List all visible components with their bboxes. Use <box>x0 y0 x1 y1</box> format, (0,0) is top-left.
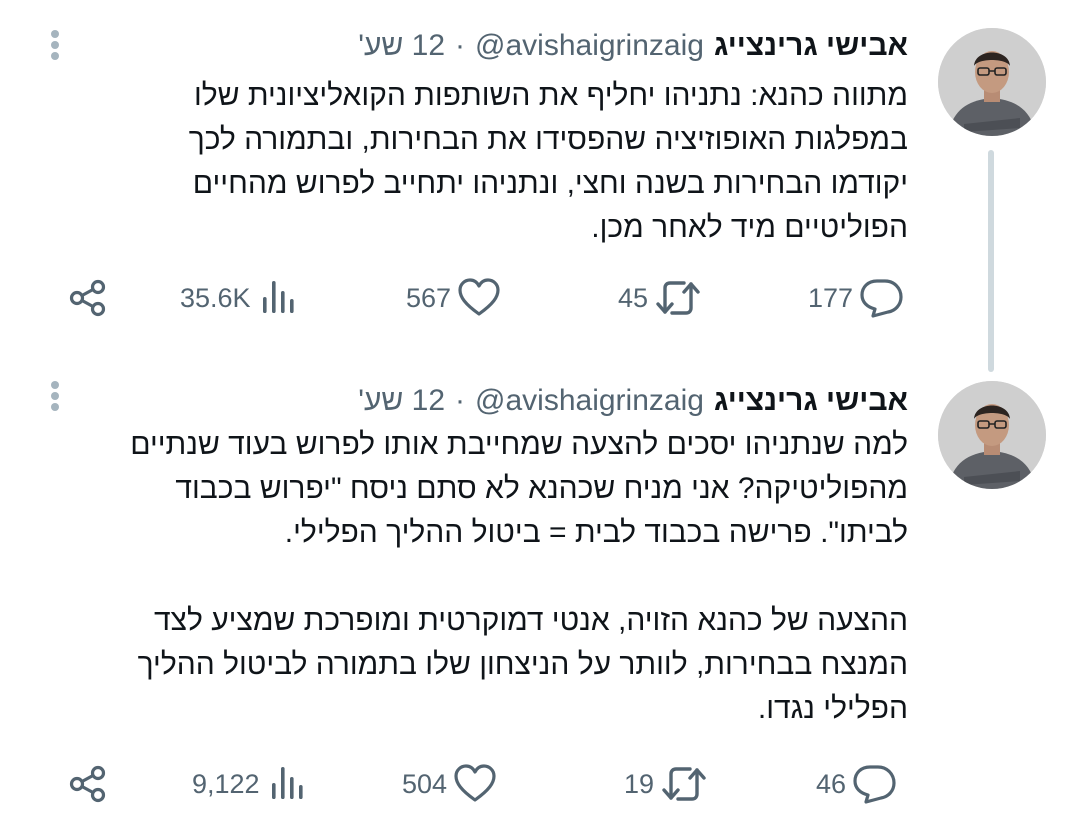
retweets-count: 19 <box>624 768 655 799</box>
views-count: 9,122 <box>192 768 260 799</box>
retweet-icon <box>656 281 700 315</box>
views-button[interactable]: 35.6K <box>180 275 301 321</box>
tweet-text-line: לביתו". פרישה בכבוד לבית = ביטול ההליך ה… <box>284 516 908 549</box>
retweet-icon <box>662 767 706 801</box>
avatar[interactable] <box>938 381 1046 489</box>
tweet-header: אבישי גרינצייג @avishaigrinzaig · 12 שע' <box>358 28 908 64</box>
retweets-count: 45 <box>618 282 649 313</box>
share-button[interactable] <box>68 275 108 321</box>
separator-dot: · <box>455 384 466 417</box>
more-options-button[interactable] <box>48 381 62 411</box>
replies-count: 177 <box>808 282 854 313</box>
heart-icon <box>458 278 500 316</box>
views-button[interactable]: 9,122 <box>192 761 310 807</box>
reply-icon <box>860 279 903 318</box>
reply-button[interactable]: 177 <box>808 275 905 321</box>
views-count: 35.6K <box>180 282 251 313</box>
more-options-button[interactable] <box>48 30 62 60</box>
tweet-time[interactable]: 12 שע' <box>358 29 445 63</box>
views-icon <box>262 281 294 313</box>
more-vertical-icon <box>51 381 59 389</box>
tweet-text: מתווה כהנא: נתניהו יחליף את השותפות הקוא… <box>58 74 908 250</box>
tweet-text-line: ההצעה של כהנא הזויה, אנטי דמוקרטית ומופר… <box>154 604 908 637</box>
tweet-text-line: למה שנתניהו יסכים להצעה שמחייבת אותו לפר… <box>130 428 908 461</box>
separator-dot: · <box>455 29 466 62</box>
tweet-text-line: יקודמו הבחירות בשנה וחצי, ונתניהו יתחייב… <box>192 167 908 200</box>
heart-icon <box>454 764 496 802</box>
author-handle[interactable]: @avishaigrinzaig <box>475 384 704 418</box>
author-handle[interactable]: @avishaigrinzaig <box>475 29 704 63</box>
share-icon <box>69 279 106 317</box>
share-icon <box>69 765 106 803</box>
author-name[interactable]: אבישי גרינצייג <box>714 29 908 63</box>
reply-button[interactable]: 46 <box>816 761 898 807</box>
tweet-actions: 9,122 504 19 46 <box>0 761 1080 807</box>
tweet-1[interactable]: אבישי גרינצייג @avishaigrinzaig · 12 שע'… <box>0 28 1080 328</box>
tweet-text-line: הפוליטיים מיד לאחר מכן. <box>591 211 908 244</box>
share-button[interactable] <box>68 761 108 807</box>
likes-count: 567 <box>406 282 452 313</box>
more-vertical-icon <box>51 30 59 38</box>
tweet-header: אבישי גרינצייג @avishaigrinzaig · 12 שע' <box>358 383 908 419</box>
tweet-text-line: מהפוליטיקה? אני מניח שכהנא לא סתם ניסח "… <box>175 472 908 505</box>
tweet-text-line: במפלגות האופוזיציה שהפסידו את הבחירות, ו… <box>188 123 908 156</box>
replies-count: 46 <box>816 768 847 799</box>
tweet-text-line: המנצח בבחירות, לוותר על הניצחון שלו בתמו… <box>137 648 908 681</box>
reply-icon <box>853 765 896 804</box>
tweet-actions: 35.6K 567 45 177 <box>0 275 1080 321</box>
like-button[interactable]: 504 <box>402 761 497 807</box>
likes-count: 504 <box>402 768 448 799</box>
tweet-text: למה שנתניהו יסכים להצעה שמחייבת אותו לפר… <box>58 423 908 731</box>
avatar[interactable] <box>938 28 1046 136</box>
tweet-time[interactable]: 12 שע' <box>358 384 445 418</box>
author-name[interactable]: אבישי גרינצייג <box>714 384 908 418</box>
tweet-2[interactable]: אבישי גרינצייג @avishaigrinzaig · 12 שע'… <box>0 381 1080 821</box>
views-icon <box>271 767 303 799</box>
tweet-text-line: מתווה כהנא: נתניהו יחליף את השותפות הקוא… <box>193 79 908 112</box>
like-button[interactable]: 567 <box>406 275 501 321</box>
retweet-button[interactable]: 45 <box>618 275 702 321</box>
retweet-button[interactable]: 19 <box>624 761 708 807</box>
tweet-text-line: הפלילי נגדו. <box>757 692 908 725</box>
